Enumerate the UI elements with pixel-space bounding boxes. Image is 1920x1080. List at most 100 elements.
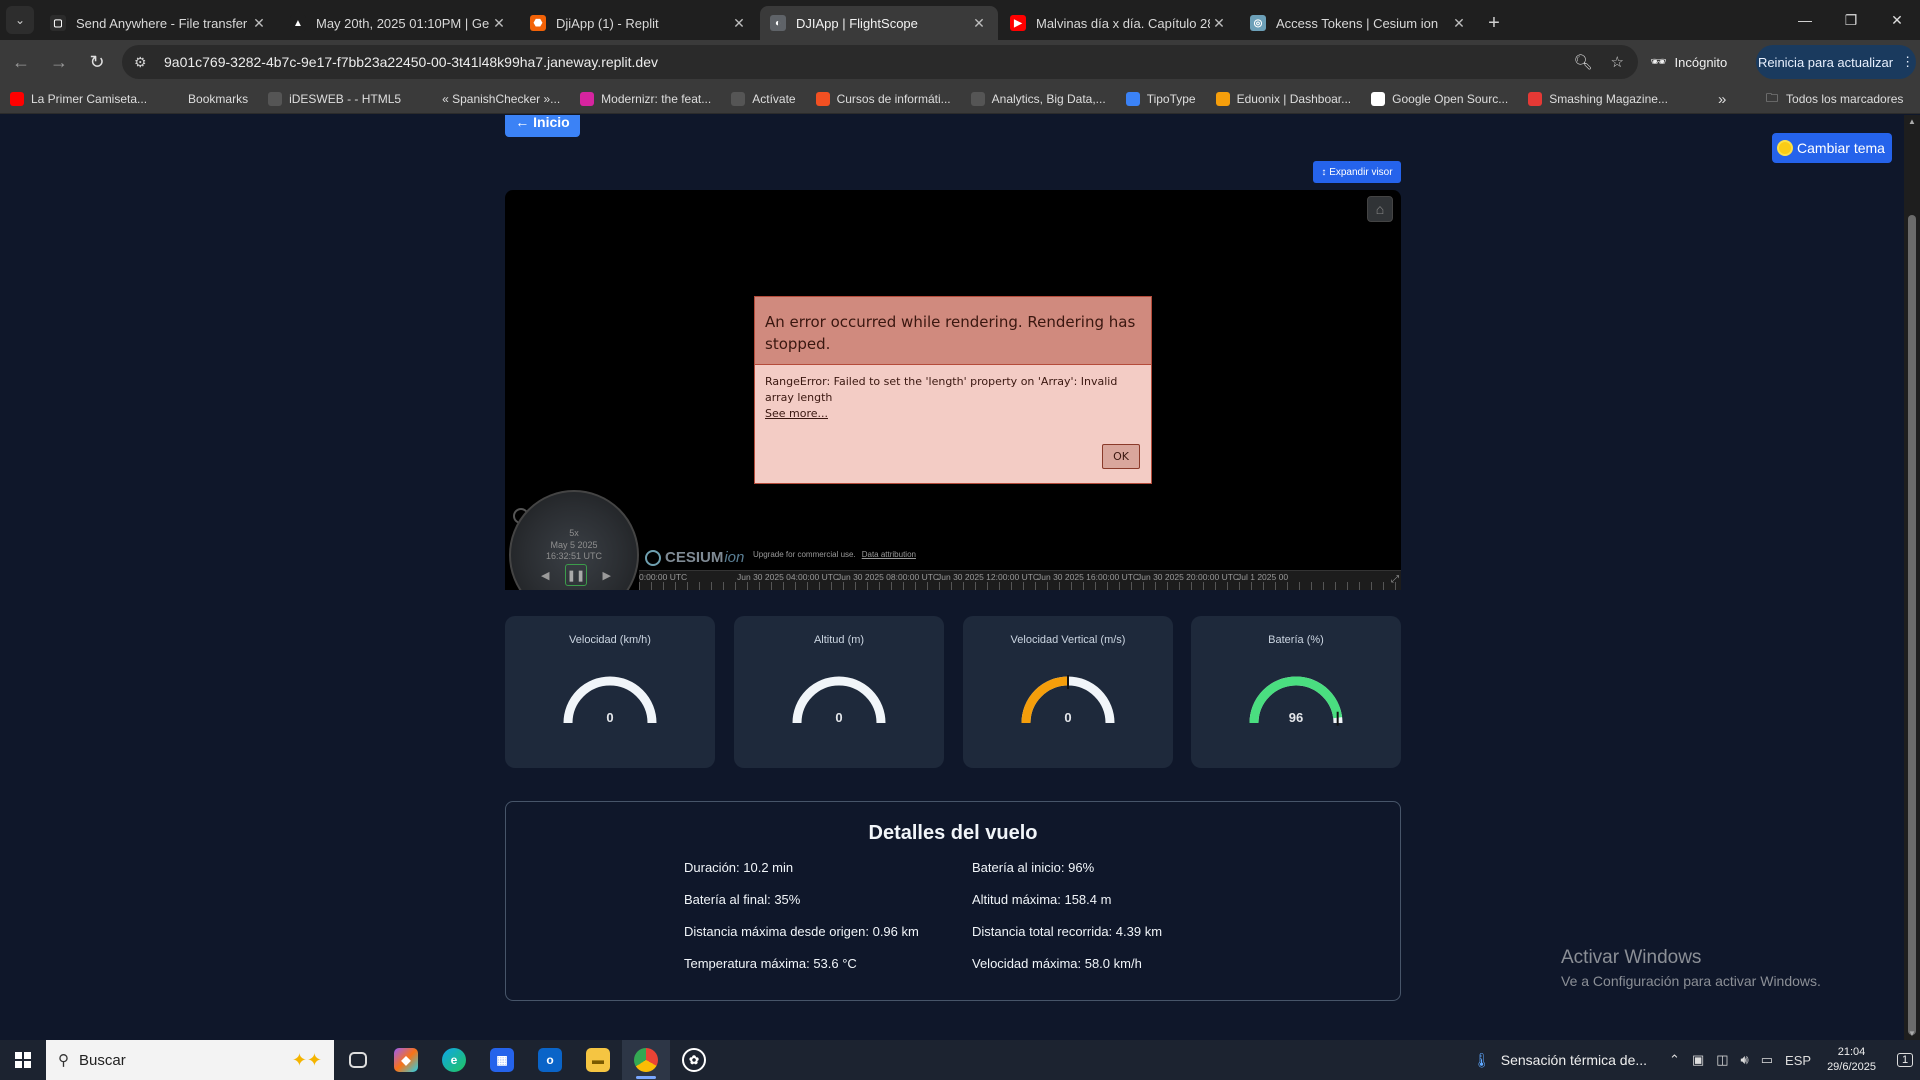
home-icon[interactable]: ⌂	[1367, 196, 1393, 222]
tab-close-icon[interactable]: ✕	[250, 15, 268, 32]
timeline[interactable]: 0:00:00 UTC Jun 30 2025 04:00:00 UTC Jun 3…	[639, 570, 1401, 590]
chevron-up-icon[interactable]: ⌃	[1669, 1052, 1680, 1068]
scroll-down-icon[interactable]: ▼	[1908, 1029, 1916, 1038]
task-view-icon[interactable]	[334, 1040, 382, 1080]
display-icon[interactable]: ▭	[1761, 1052, 1773, 1068]
chatgpt-icon[interactable]: ✿	[670, 1040, 718, 1080]
start-button[interactable]	[0, 1040, 46, 1080]
zoom-icon[interactable]: 🔍︎	[1574, 53, 1593, 71]
theme-toggle-button[interactable]: Cambiar tema	[1772, 133, 1892, 163]
browser-tab[interactable]: ◐ DJIApp | FlightScope ✕	[760, 6, 998, 40]
copilot-icon[interactable]: ◆	[382, 1040, 430, 1080]
expand-viewer-button[interactable]: ↕ Expandir visor	[1313, 161, 1401, 183]
pause-icon[interactable]: ❚❚	[565, 564, 587, 586]
bookmark-favicon-icon	[580, 91, 595, 106]
bookmark-item[interactable]: Smashing Magazine...	[1528, 91, 1668, 106]
notification-icon[interactable]: 1	[1890, 1053, 1920, 1067]
browser-toolbar: ← → ↻ ⚙ 9a01c769-3282-4b7c-9e17-f7bb23a2…	[0, 40, 1920, 84]
bookmark-item[interactable]: Cursos de informáti...	[815, 91, 951, 106]
tab-close-icon[interactable]: ✕	[490, 15, 508, 32]
detail-total-distance: Distancia total recorrida: 4.39 km	[972, 924, 1163, 939]
cesium-ion-logo[interactable]: CESIUM ion	[645, 549, 744, 566]
taskbar-search[interactable]: ⚲ Buscar ✦✦	[46, 1040, 334, 1080]
file-explorer-icon[interactable]: ▬	[574, 1040, 622, 1080]
bookmark-item[interactable]: « SpanishChecker »...	[421, 91, 560, 106]
bookmark-label: iDESWEB - - HTML5	[289, 91, 402, 106]
play-forward-icon[interactable]: ▶	[603, 569, 611, 582]
bookmark-item[interactable]: Modernizr: the feat...	[580, 91, 711, 106]
credits: Upgrade for commercial use. Data attribu…	[753, 550, 916, 559]
bookmark-item[interactable]: TipoType	[1125, 91, 1196, 106]
volume-icon[interactable]: 🔊︎	[1741, 1052, 1749, 1068]
back-home-button[interactable]: ← Inicio	[505, 115, 580, 137]
gauge-card: Batería (%) 96	[1191, 616, 1401, 768]
bookmark-star-icon[interactable]: ☆	[1611, 53, 1624, 71]
timeline-label: Jun 30 2025 16:00:00 UTC	[1037, 572, 1140, 582]
outlook-icon[interactable]: o	[526, 1040, 574, 1080]
store-icon[interactable]: ▦	[478, 1040, 526, 1080]
reload-icon[interactable]: ↻	[80, 45, 114, 79]
see-more-link[interactable]: See more...	[765, 406, 1141, 422]
play-reverse-icon[interactable]: ◀	[541, 569, 549, 582]
folder-icon: 🗀	[1766, 90, 1779, 105]
all-bookmarks-label: Todos los marcadores	[1786, 92, 1904, 106]
more-bookmarks-icon[interactable]: »	[1718, 84, 1726, 114]
new-tab-button[interactable]: +	[1480, 6, 1508, 40]
network-icon[interactable]: ◫	[1716, 1052, 1728, 1068]
browser-tab[interactable]: ▢ Send Anywhere - File transfer ✕	[40, 6, 278, 40]
bookmark-item[interactable]: Eduonix | Dashboar...	[1215, 91, 1351, 106]
bookmark-favicon-icon	[421, 91, 436, 106]
flight-details: Detalles del vuelo Duración: 10.2 min Ba…	[505, 801, 1401, 1001]
detail-max-temperature: Temperatura máxima: 53.6 °C	[684, 956, 857, 971]
fullscreen-icon[interactable]: ⤢	[1391, 574, 1399, 585]
restore-icon[interactable]: ❐	[1828, 0, 1874, 40]
tab-search-button[interactable]: ⌄	[6, 6, 34, 34]
meet-icon[interactable]: ▣	[1692, 1052, 1704, 1068]
clock[interactable]: 21:04 29/6/2025	[1827, 1045, 1876, 1075]
gauge-value: 0	[606, 710, 614, 725]
incognito-indicator[interactable]: 🕶︎ Incógnito	[1650, 47, 1727, 77]
edge-icon[interactable]: e	[430, 1040, 478, 1080]
back-icon[interactable]: ←	[4, 45, 38, 79]
bookmark-item[interactable]: iDESWEB - - HTML5	[268, 91, 402, 106]
language-indicator[interactable]: ESP	[1785, 1053, 1811, 1068]
minimize-icon[interactable]: —	[1782, 0, 1828, 40]
update-button[interactable]: Reinicia para actualizar ⋮	[1756, 45, 1916, 79]
site-info-icon[interactable]: ⚙	[134, 54, 156, 71]
page-scrollbar[interactable]: ▲ ▼	[1904, 115, 1920, 1040]
chrome-icon[interactable]	[622, 1040, 670, 1080]
bookmark-item[interactable]: Analytics, Big Data,...	[970, 91, 1106, 106]
browser-tab[interactable]: ◎ Access Tokens | Cesium ion ✕	[1240, 6, 1478, 40]
scrollbar-thumb[interactable]	[1908, 215, 1916, 1035]
error-ok-button[interactable]: OK	[1102, 444, 1140, 469]
sun-icon	[1779, 142, 1792, 154]
url-text[interactable]: 9a01c769-3282-4b7c-9e17-f7bb23a22450-00-…	[164, 54, 658, 70]
browser-tab[interactable]: ▶ Malvinas día x día. Capítulo 28 ✕	[1000, 6, 1238, 40]
gauge-card: Velocidad Vertical (m/s) 0	[963, 616, 1173, 768]
tab-close-icon[interactable]: ✕	[1210, 15, 1228, 32]
tab-close-icon[interactable]: ✕	[730, 15, 748, 32]
bookmark-item[interactable]: Google Open Sourc...	[1371, 91, 1508, 106]
menu-dots-icon[interactable]: ⋮	[1901, 54, 1914, 70]
animation-date: May 5 2025	[550, 540, 598, 550]
data-attribution-link[interactable]: Data attribution	[862, 550, 916, 559]
timeline-label: Jul 1 2025 00	[1237, 572, 1289, 582]
bookmark-item[interactable]: Actívate	[731, 91, 796, 106]
browser-tab[interactable]: ▲ May 20th, 2025 01:10PM | Gene ✕	[280, 6, 518, 40]
tab-title: May 20th, 2025 01:10PM | Gene	[316, 15, 490, 31]
bookmark-item[interactable]: Bookmarks	[167, 91, 248, 106]
all-bookmarks-folder[interactable]: 🗀 Todos los marcadores	[1766, 84, 1903, 114]
weather-widget[interactable]: 🌡︎ Sensación térmica de...	[1473, 1052, 1647, 1069]
forward-icon[interactable]: →	[42, 45, 76, 79]
detail-battery-end: Batería al final: 35%	[684, 892, 801, 907]
bookmark-item[interactable]: La Primer Camiseta...	[10, 91, 147, 106]
scroll-up-icon[interactable]: ▲	[1908, 117, 1916, 126]
address-bar[interactable]: ⚙ 9a01c769-3282-4b7c-9e17-f7bb23a22450-0…	[122, 45, 1638, 79]
tab-close-icon[interactable]: ✕	[1450, 15, 1468, 32]
tab-close-icon[interactable]: ✕	[970, 15, 988, 32]
error-message: RangeError: Failed to set the 'length' p…	[765, 375, 1118, 404]
browser-tab[interactable]: ⬣ DjiApp (1) - Replit ✕	[520, 6, 758, 40]
bookmark-favicon-icon	[1125, 91, 1140, 106]
close-window-icon[interactable]: ✕	[1874, 0, 1920, 40]
animation-widget[interactable]: 5x May 5 2025 16:32:51 UTC ◀ ❚❚ ▶	[509, 490, 639, 590]
